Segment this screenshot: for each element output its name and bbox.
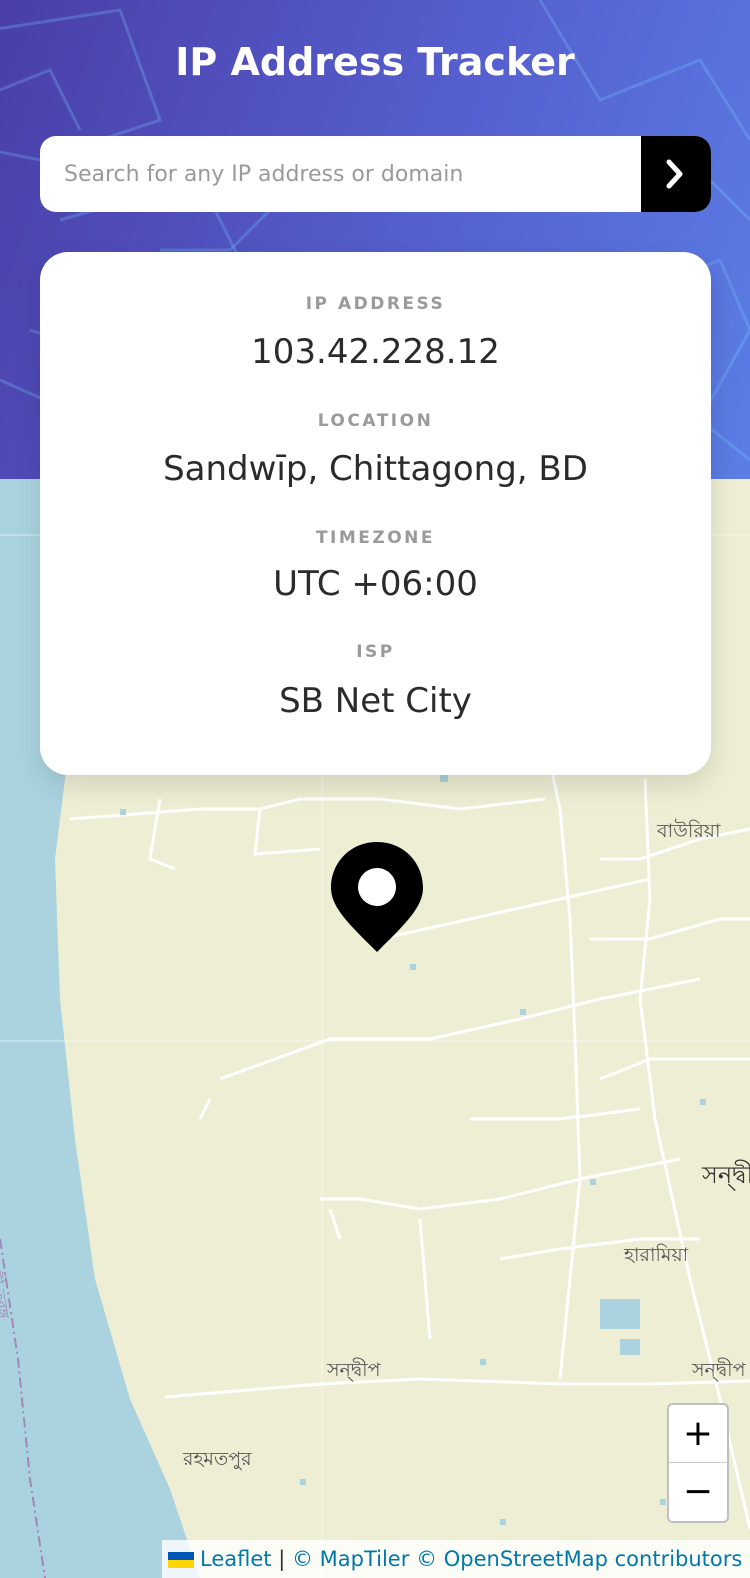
- attribution-separator: |: [278, 1547, 286, 1571]
- map-attribution: Leaflet | © MapTiler © OpenStreetMap con…: [162, 1540, 750, 1578]
- timezone-value: UTC +06:00: [273, 564, 478, 604]
- leaflet-link[interactable]: Leaflet: [200, 1547, 272, 1571]
- chevron-right-icon: [666, 159, 683, 189]
- place-label-rahmatpur: রহমতপুর: [183, 1448, 252, 1470]
- ip-address-value: 103.42.228.12: [251, 332, 500, 372]
- place-label-sandwip-road: সন্দ্বীপ: [327, 1359, 381, 1381]
- ip-info-card: IP ADDRESS 103.42.228.12 LOCATION Sandwī…: [40, 252, 711, 775]
- maptiler-link[interactable]: © MapTiler: [292, 1547, 409, 1571]
- page-title: IP Address Tracker: [175, 40, 575, 84]
- place-label-bauria: বাউরিয়া: [657, 820, 721, 842]
- location-value: Sandwīp, Chittagong, BD: [163, 449, 588, 489]
- ukraine-flag-icon: [168, 1552, 194, 1568]
- place-label-haramia: হারামিয়া: [624, 1244, 689, 1266]
- zoom-out-button[interactable]: −: [669, 1463, 727, 1521]
- location-pin-icon: [331, 842, 423, 952]
- openstreetmap-link[interactable]: © OpenStreetMap contributors: [416, 1547, 742, 1571]
- zoom-control: + −: [667, 1403, 729, 1523]
- zoom-in-button[interactable]: +: [669, 1405, 727, 1463]
- place-label-sandwip-town: সন্দ্বী: [702, 1161, 750, 1189]
- place-label-sandwip-road-east: সন্দ্বীপ: [692, 1359, 746, 1381]
- location-marker[interactable]: [331, 842, 423, 956]
- ip-address-label: IP ADDRESS: [305, 294, 446, 314]
- search-button[interactable]: [641, 136, 711, 212]
- timezone-label: TIMEZONE: [315, 528, 436, 548]
- isp-label: ISP: [356, 642, 395, 662]
- isp-value: SB Net City: [279, 681, 472, 721]
- search-bar: [40, 136, 711, 212]
- search-input[interactable]: [40, 136, 640, 212]
- location-label: LOCATION: [317, 411, 434, 431]
